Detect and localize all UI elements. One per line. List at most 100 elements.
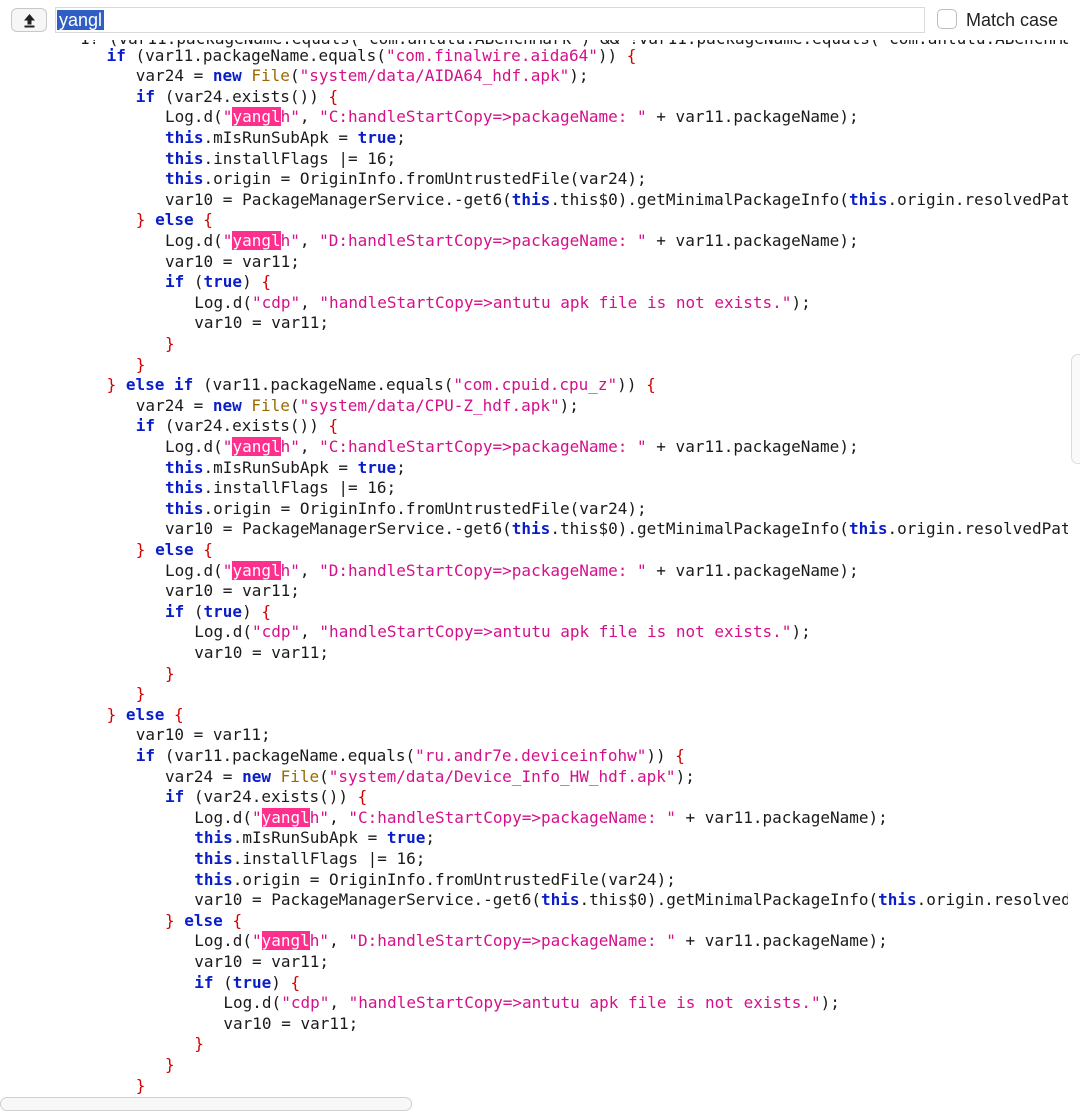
string-token: "C:handleStartCopy=>packageName: " bbox=[319, 436, 647, 456]
string-token: " bbox=[251, 931, 262, 951]
keyword-token: this bbox=[194, 828, 233, 848]
keyword-token: if bbox=[106, 45, 126, 65]
upload-button[interactable] bbox=[11, 8, 47, 32]
code-line: if (var11.packageName.equals("com.finalw… bbox=[107, 46, 637, 67]
code-token: ); bbox=[569, 66, 589, 86]
string-token: "D:handleStartCopy=>packageName: " bbox=[319, 230, 647, 250]
code-line: this.origin = OriginInfo.fromUntrustedFi… bbox=[165, 499, 647, 520]
keyword-token: else bbox=[155, 210, 194, 230]
class-name-token: File bbox=[280, 766, 320, 786]
brace-token: { bbox=[626, 45, 637, 65]
keyword-token: this bbox=[511, 519, 551, 539]
keyword-token: true bbox=[232, 972, 272, 992]
code-token: ) bbox=[242, 272, 252, 292]
code-token: , bbox=[300, 622, 320, 642]
keyword-token: else bbox=[125, 375, 165, 395]
code-token: .this$0).getMinimalPackageInfo( bbox=[550, 519, 849, 539]
string-token: " bbox=[222, 436, 233, 456]
code-token: .this$0).getMinimalPackageInfo( bbox=[579, 890, 879, 910]
string-token: "system/data/CPU-Z_hdf.apk" bbox=[299, 395, 560, 415]
keyword-token: new bbox=[242, 766, 271, 786]
side-panel-handle[interactable] bbox=[1071, 354, 1080, 464]
code-token: ( bbox=[155, 745, 175, 765]
code-line: this.installFlags |= 16; bbox=[165, 478, 396, 499]
code-token: , bbox=[300, 292, 320, 312]
code-line: this.origin = OriginInfo.fromUntrustedFi… bbox=[165, 169, 647, 190]
brace-token: } bbox=[165, 1054, 175, 1074]
code-token: var10 = var11; bbox=[194, 642, 330, 662]
string-token: "D:handleStartCopy=>packageName: " bbox=[319, 560, 647, 580]
horizontal-scrollbar[interactable] bbox=[0, 1097, 412, 1111]
code-token: , bbox=[299, 107, 320, 127]
string-token: h" bbox=[309, 931, 330, 951]
code-line: var24 = new File("system/data/Device_Inf… bbox=[165, 767, 695, 788]
string-token: "system/data/AIDA64_hdf.apk" bbox=[299, 66, 570, 86]
code-token: var10 = var11; bbox=[223, 1013, 359, 1033]
search-match-highlight: yangl bbox=[232, 230, 281, 250]
code-token: ) bbox=[617, 375, 627, 395]
code-token: var11.packageName.equals( bbox=[174, 745, 416, 765]
code-token: ; bbox=[396, 127, 406, 147]
match-case-checkbox[interactable] bbox=[937, 9, 957, 29]
code-token: ( bbox=[289, 66, 300, 86]
code-line: } bbox=[165, 334, 175, 355]
code-line: this.mIsRunSubApk = true; bbox=[165, 128, 406, 149]
code-editor[interactable]: 1? (var11.packageName.equals("com.antutu… bbox=[0, 40, 1068, 1096]
code-token: Log.d( bbox=[194, 292, 252, 312]
code-token: + var11.packageName); bbox=[646, 560, 859, 580]
string-token: " bbox=[251, 807, 262, 827]
code-line: } else { bbox=[136, 540, 213, 561]
string-token: " bbox=[222, 560, 233, 580]
code-token: ( bbox=[184, 601, 204, 621]
code-line: } bbox=[165, 664, 175, 685]
brace-token: } bbox=[135, 684, 146, 704]
search-input[interactable]: yangl bbox=[55, 7, 925, 33]
keyword-token: this bbox=[848, 519, 888, 539]
keyword-token: this bbox=[165, 498, 204, 518]
brace-token: } bbox=[106, 375, 117, 395]
code-line: if (var24.exists()) { bbox=[136, 87, 338, 108]
code-token: ( bbox=[193, 375, 213, 395]
code-line: if (var11.packageName.equals("ru.andr7e.… bbox=[136, 746, 685, 767]
string-token: "handleStartCopy=>antutu apk file is not… bbox=[319, 622, 792, 642]
code-line: Log.d("yanglh", "C:handleStartCopy=>pack… bbox=[165, 107, 859, 128]
code-token: .installFlags |= 16; bbox=[203, 148, 397, 168]
keyword-token: this bbox=[878, 890, 917, 910]
code-token: + var11.packageName); bbox=[646, 107, 859, 127]
keyword-token: this bbox=[540, 890, 580, 910]
code-line: var10 = var11; bbox=[165, 252, 300, 273]
code-line: var10 = var11; bbox=[194, 643, 329, 664]
keyword-token: true bbox=[203, 601, 243, 621]
code-token: .mIsRunSubApk = bbox=[203, 127, 358, 147]
code-token: ); bbox=[791, 292, 811, 312]
code-line: } bbox=[136, 1076, 146, 1097]
code-token: Log.d( bbox=[165, 436, 223, 456]
brace-token: } bbox=[135, 210, 146, 230]
code-token: , bbox=[299, 230, 320, 250]
code-token: ) bbox=[597, 45, 608, 65]
brace-token: { bbox=[328, 416, 339, 436]
code-token: ); bbox=[791, 622, 811, 642]
string-token: h" bbox=[280, 436, 300, 456]
code-line: } else { bbox=[107, 705, 184, 726]
string-token: h" bbox=[309, 807, 330, 827]
search-match-highlight: yangl bbox=[261, 807, 310, 827]
keyword-token: else bbox=[155, 539, 194, 559]
keyword-token: if bbox=[174, 375, 194, 395]
code-token: + var11.packageName); bbox=[675, 807, 888, 827]
code-line: } bbox=[136, 355, 146, 376]
code-line: } else { bbox=[165, 911, 242, 932]
code-line: if (true) { bbox=[194, 973, 300, 994]
keyword-token: if bbox=[135, 745, 156, 765]
brace-token: } bbox=[135, 539, 146, 559]
keyword-token: this bbox=[165, 127, 204, 147]
search-match-highlight: yangl bbox=[232, 107, 281, 127]
